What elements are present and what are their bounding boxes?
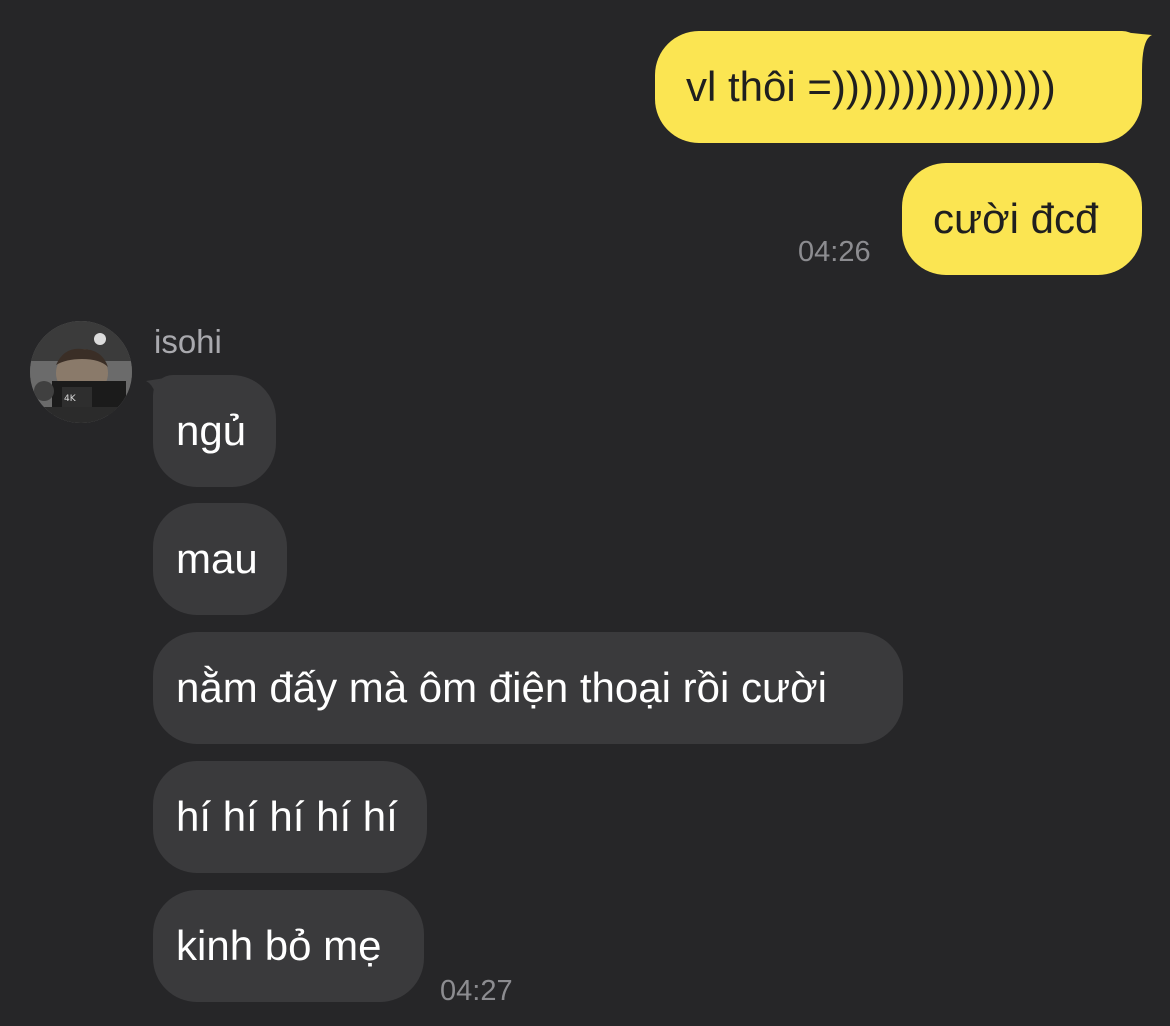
incoming-message-bubble[interactable]: hí hí hí hí hí: [153, 761, 427, 873]
sender-name: isohi: [154, 323, 222, 360]
message-text: ngủ: [176, 407, 247, 454]
outgoing-message-bubble[interactable]: cười đcđ: [902, 163, 1142, 275]
user-avatar-photo-icon: 4K: [30, 321, 132, 423]
outgoing-timestamp: 04:26: [798, 236, 871, 268]
sender-avatar[interactable]: 4K: [30, 321, 132, 423]
incoming-message-bubble[interactable]: kinh bỏ mẹ: [153, 890, 424, 1002]
incoming-message-bubble[interactable]: nằm đấy mà ôm điện thoại rồi cười: [153, 632, 903, 744]
incoming-timestamp: 04:27: [440, 975, 513, 1007]
message-text: kinh bỏ mẹ: [176, 922, 382, 969]
chat-thread: vl thôi =)))))))))))))))) cười đcđ 04:26…: [0, 0, 1170, 1026]
outgoing-bubble-tail: [1112, 31, 1152, 71]
message-text: nằm đấy mà ôm điện thoại rồi cười: [176, 664, 827, 711]
message-text: cười đcđ: [933, 195, 1099, 242]
outgoing-message-bubble[interactable]: vl thôi =)))))))))))))))): [655, 31, 1142, 143]
message-text: hí hí hí hí hí: [176, 793, 398, 840]
svg-text:4K: 4K: [64, 394, 77, 404]
incoming-message-bubble[interactable]: mau: [153, 503, 287, 615]
message-text: vl thôi =)))))))))))))))): [686, 63, 1056, 110]
message-text: mau: [176, 535, 258, 582]
incoming-message-bubble[interactable]: ngủ: [153, 375, 276, 487]
